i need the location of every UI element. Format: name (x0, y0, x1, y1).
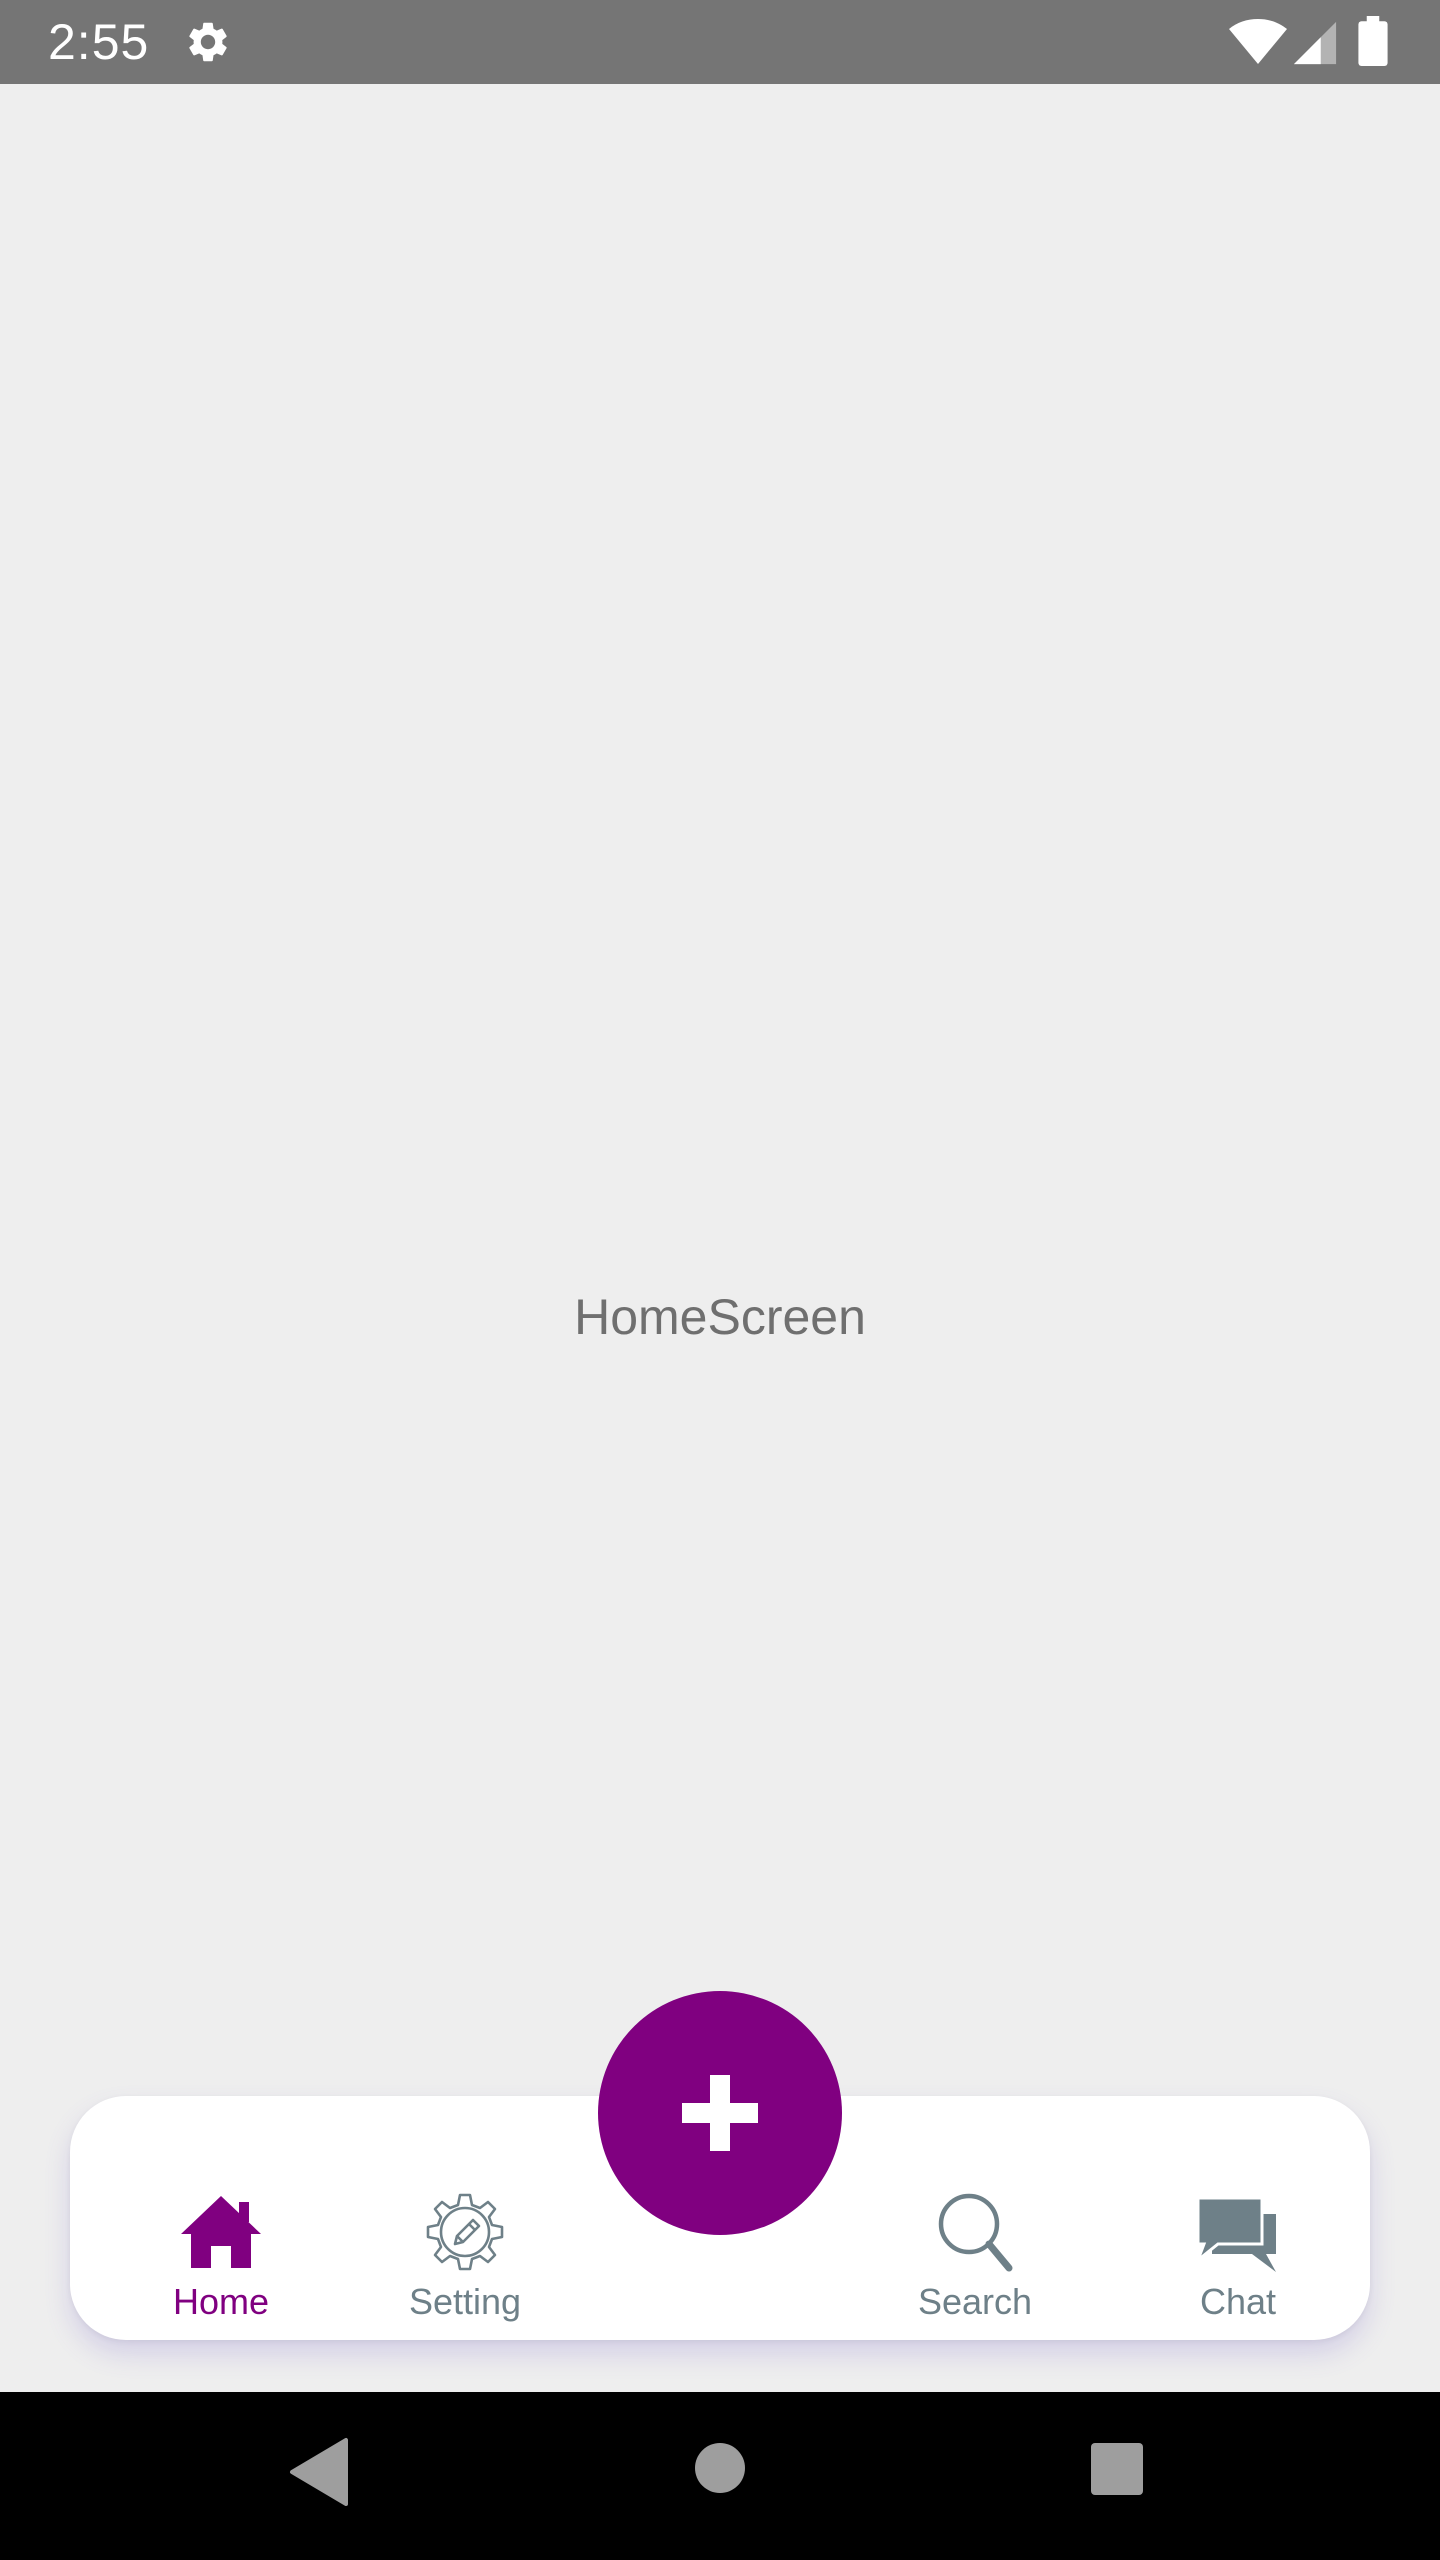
nav-item-setting[interactable]: Setting (365, 2096, 565, 2340)
nav-item-chat[interactable]: Chat (1138, 2096, 1338, 2340)
status-bar: 2:55 (0, 0, 1440, 84)
plus-icon (682, 2075, 758, 2151)
back-icon[interactable] (288, 2436, 348, 2508)
nav-label-chat: Chat (1199, 2281, 1277, 2322)
settings-gear-icon (426, 2193, 504, 2271)
nav-label-search: Search (917, 2281, 1033, 2322)
add-fab-button[interactable] (598, 1991, 842, 2235)
battery-icon (1358, 16, 1388, 66)
screen-title: HomeScreen (574, 1289, 866, 1345)
nav-item-search[interactable]: Search (875, 2096, 1075, 2340)
wifi-icon (1229, 19, 1287, 64)
chat-icon (1194, 2196, 1276, 2272)
status-time: 2:55 (48, 14, 150, 70)
nav-label-home: Home (172, 2281, 270, 2322)
gear-icon (189, 22, 227, 62)
recents-icon[interactable] (1090, 2442, 1144, 2496)
home-circle-icon[interactable] (694, 2442, 746, 2494)
nav-label-setting: Setting (408, 2281, 522, 2322)
cellular-signal-icon (1293, 21, 1337, 65)
nav-item-home[interactable]: Home (121, 2096, 321, 2340)
home-icon (181, 2196, 261, 2268)
system-navigation-bar (0, 2392, 1440, 2560)
search-icon (938, 2193, 1013, 2272)
